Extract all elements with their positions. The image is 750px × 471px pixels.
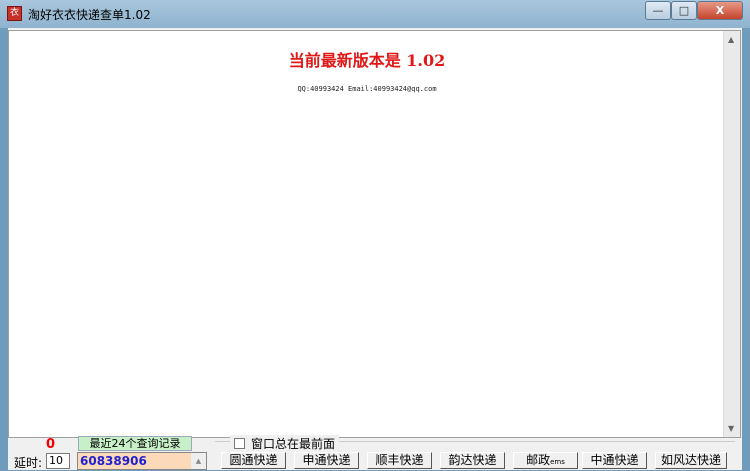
sto-button[interactable]: 申通快递 [294, 452, 359, 469]
query-counter: 0 [46, 437, 56, 452]
vertical-scrollbar[interactable]: ▲ ▼ [723, 31, 740, 437]
history-scrollbar[interactable]: ▲ [191, 453, 206, 469]
maximize-button[interactable]: □ [671, 1, 697, 20]
sf-button[interactable]: 顺丰快递 [367, 452, 432, 469]
ems-label: 邮政 [526, 453, 551, 467]
yunda-button[interactable]: 韵达快递 [440, 452, 505, 469]
history-item[interactable]: 60838906 [80, 454, 147, 468]
app-icon: 衣 [7, 6, 22, 21]
checkbox-box[interactable] [234, 438, 245, 449]
client-area: 当前最新版本是 1.02 QQ:40993424 Email:40993424@… [8, 28, 742, 470]
version-headline: 当前最新版本是 1.02 [288, 51, 446, 70]
rufengda-button[interactable]: 如风达快递 [655, 452, 727, 469]
scroll-up-icon[interactable]: ▲ [196, 457, 201, 465]
delay-input[interactable]: 10 [46, 453, 70, 469]
content-view: 当前最新版本是 1.02 QQ:40993424 Email:40993424@… [8, 30, 741, 438]
always-on-top-checkbox[interactable]: 窗口总在最前面 [230, 435, 340, 452]
ems-button[interactable]: 邮政ems [513, 452, 578, 469]
window-title: 淘好衣衣快递查单1.02 [28, 8, 151, 22]
history-header: 最近24个查询记录 [78, 436, 192, 451]
minimize-button[interactable]: — [645, 1, 671, 20]
close-button[interactable]: X [697, 1, 743, 20]
delay-label: 延时: [14, 456, 43, 470]
always-on-top-label: 窗口总在最前面 [251, 437, 336, 451]
scroll-up-icon[interactable]: ▲ [728, 35, 734, 44]
zto-button[interactable]: 中通快递 [582, 452, 647, 469]
scroll-down-icon[interactable]: ▼ [728, 424, 734, 433]
contact-info: QQ:40993424 Email:40993424@qq.com [297, 85, 437, 93]
yto-button[interactable]: 圆通快递 [221, 452, 286, 469]
history-list[interactable]: 60838906 ▲ [77, 452, 207, 470]
ems-suffix: ems [550, 458, 565, 466]
title-bar: 衣 淘好衣衣快递查单1.02 — □ X [0, 0, 750, 28]
